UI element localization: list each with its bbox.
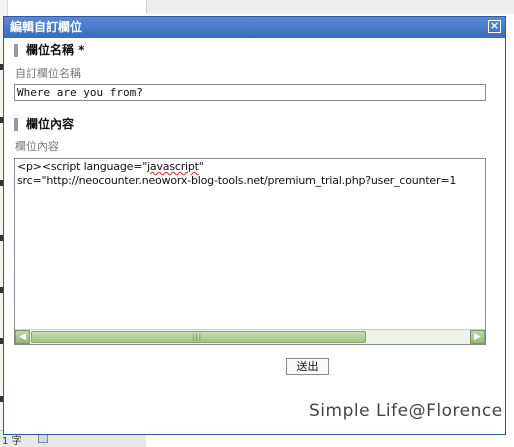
field-content-label: 欄位內容 bbox=[15, 140, 59, 153]
grip-icon: ||| bbox=[192, 333, 203, 341]
scroll-right-icon[interactable]: ▶ bbox=[470, 330, 485, 344]
submit-button[interactable]: 送出 bbox=[286, 358, 329, 375]
content-line-1-suffix: " bbox=[198, 160, 204, 173]
edit-custom-field-dialog: 編輯自訂欄位 × 欄位名稱 * 自訂欄位名稱 Where are you fro… bbox=[3, 16, 506, 435]
horizontal-scrollbar[interactable]: ◀ ||| ▶ bbox=[15, 329, 485, 344]
content-line-1-prefix: <p><script language=" bbox=[17, 160, 148, 173]
field-content-heading: 欄位內容 bbox=[14, 118, 74, 131]
field-name-label: 自訂欄位名稱 bbox=[15, 67, 81, 80]
spellcheck-word: javascript bbox=[147, 160, 199, 173]
field-content-textarea[interactable]: <p><script language="javascript" src="ht… bbox=[14, 158, 486, 345]
field-name-heading: 欄位名稱 * bbox=[14, 44, 84, 57]
watermark: Simple Life@Florence bbox=[309, 401, 503, 421]
dialog-titlebar[interactable]: 編輯自訂欄位 × bbox=[4, 17, 505, 38]
background-header-strip bbox=[146, 0, 514, 14]
field-name-input[interactable]: Where are you from? bbox=[14, 84, 486, 101]
dialog-title: 編輯自訂欄位 bbox=[10, 20, 83, 34]
content-line-2: src="http://neocounter.neoworx-blog-tool… bbox=[17, 174, 457, 187]
scrollbar-thumb[interactable]: ||| bbox=[31, 331, 366, 343]
close-icon[interactable]: × bbox=[488, 20, 501, 33]
content-line-1: <p><script language="javascript" bbox=[17, 160, 204, 173]
scroll-left-icon[interactable]: ◀ bbox=[15, 330, 30, 344]
